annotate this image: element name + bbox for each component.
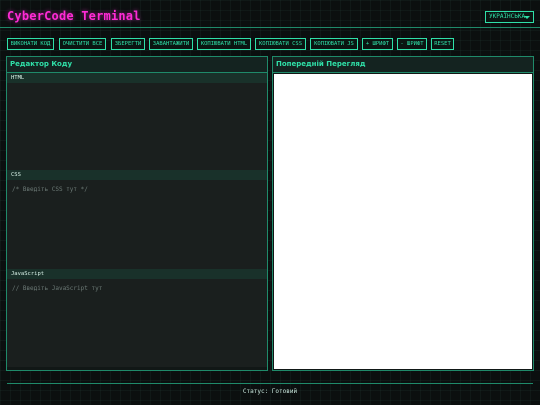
status-bar: Статус: Готовий	[7, 383, 533, 405]
copy-css-button[interactable]: КОПІЮВАТИ CSS	[255, 38, 306, 50]
css-editor[interactable]: /* Введіть CSS тут */	[7, 180, 267, 269]
html-label: HTML	[7, 73, 267, 83]
app-title: CyberCode Terminal	[7, 9, 141, 23]
load-button[interactable]: ЗАВАНТАЖИТИ	[149, 38, 193, 50]
js-label: JavaScript	[7, 269, 267, 279]
save-button[interactable]: ЗБЕРЕГТИ	[111, 38, 145, 50]
language-select[interactable]: УКРАЇНСЬКА	[485, 11, 534, 23]
language-select-value: УКРАЇНСЬКА	[489, 13, 526, 20]
app-header: CyberCode Terminal УКРАЇНСЬКА	[0, 0, 540, 28]
preview-title: Попередній Перегляд	[273, 57, 533, 73]
run-code-button[interactable]: ВИКОНАТИ КОД	[7, 38, 54, 50]
preview-panel: Попередній Перегляд	[272, 56, 534, 371]
status-text: Статус: Готовий	[242, 388, 298, 395]
font-decrease-button[interactable]: - ШРИФТ	[397, 38, 427, 50]
clear-all-button[interactable]: ОЧИСТИТИ ВСЕ	[59, 38, 106, 50]
copy-html-button[interactable]: КОПІЮВАТИ HTML	[197, 38, 251, 50]
js-editor[interactable]: // Введіть JavaScript тут	[7, 279, 267, 367]
copy-js-button[interactable]: КОПІЮВАТИ JS	[310, 38, 358, 50]
preview-frame[interactable]	[274, 74, 532, 369]
css-label: CSS	[7, 170, 267, 180]
html-editor[interactable]	[7, 83, 267, 170]
code-editor-panel: Редактор Коду HTML CSS /* Введіть CSS ту…	[6, 56, 268, 371]
editor-title: Редактор Коду	[7, 57, 267, 73]
reset-button[interactable]: RESET	[431, 38, 454, 50]
font-increase-button[interactable]: + ШРИФТ	[362, 38, 393, 50]
chevron-down-icon	[524, 16, 530, 19]
